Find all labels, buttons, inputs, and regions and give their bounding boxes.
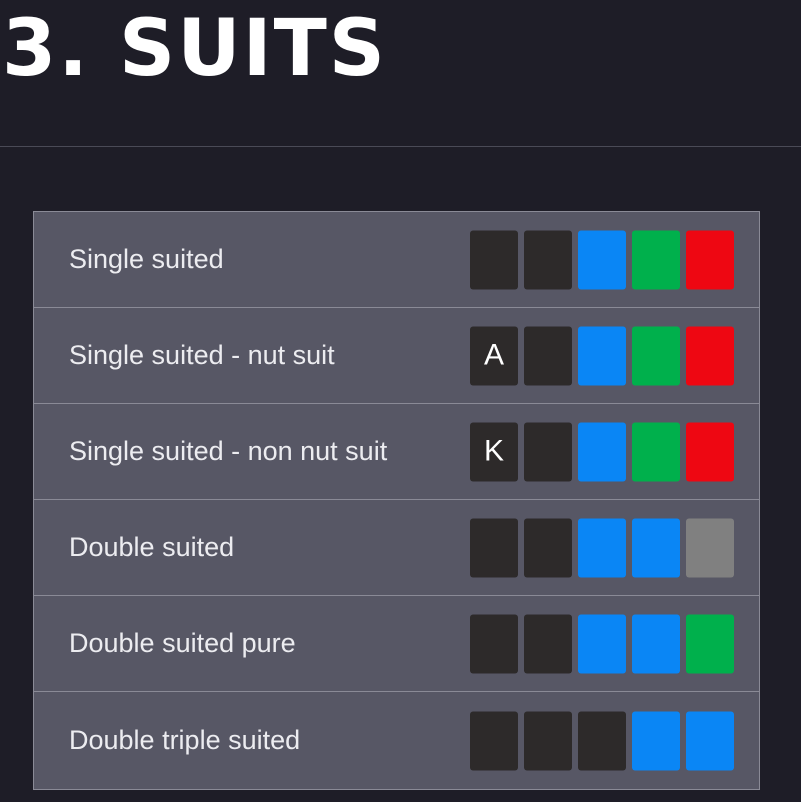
card [470,614,518,673]
card [686,230,734,289]
title-divider [0,146,801,147]
row-label: Single suited [69,243,224,274]
slide: 3. SUITS Single suited Single suited - n… [0,0,801,802]
card [686,422,734,481]
card-group [470,230,734,289]
card [470,518,518,577]
card [686,326,734,385]
card [578,711,626,770]
card [578,230,626,289]
card [632,614,680,673]
card-ace: A [470,326,518,385]
card [524,422,572,481]
card [470,230,518,289]
card-king: K [470,422,518,481]
card [632,230,680,289]
card-group: K [470,422,734,481]
row-label: Double triple suited [69,724,301,755]
card [632,326,680,385]
card [524,326,572,385]
card-group [470,711,734,770]
suits-table: Single suited Single suited - nut suit A… [33,211,760,790]
page-title: 3. SUITS [2,4,387,94]
table-row: Double suited pure [34,596,759,692]
card [686,711,734,770]
card-group [470,614,734,673]
card [578,518,626,577]
table-row: Single suited [34,212,759,308]
row-label: Single suited - nut suit [69,339,335,370]
card [632,711,680,770]
card [686,614,734,673]
row-label: Double suited [69,531,235,562]
card [578,614,626,673]
card [578,326,626,385]
card [578,422,626,481]
card-group [470,518,734,577]
card [632,518,680,577]
card [470,711,518,770]
row-label: Single suited - non nut suit [69,435,388,466]
card [686,518,734,577]
table-row: Single suited - nut suit A [34,308,759,404]
card-group: A [470,326,734,385]
card [524,711,572,770]
table-row: Double suited [34,500,759,596]
row-label: Double suited pure [69,627,296,658]
table-row: Single suited - non nut suit K [34,404,759,500]
card [524,614,572,673]
card [524,230,572,289]
table-row: Double triple suited [34,692,759,790]
card [524,518,572,577]
card [632,422,680,481]
